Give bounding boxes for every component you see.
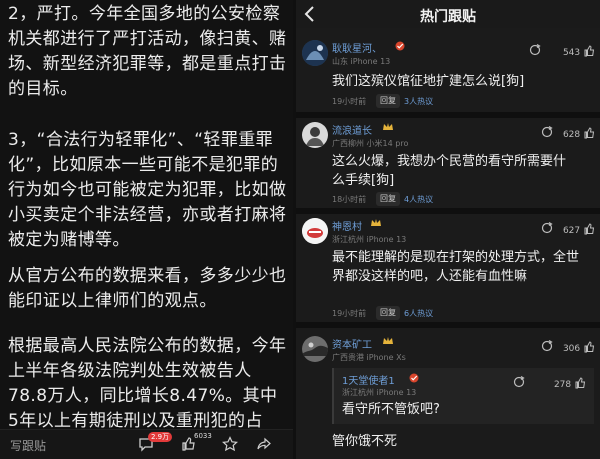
avatar[interactable] xyxy=(302,40,328,66)
comment-text: 这么火爆，我想办个民营的看守所需要什么手续[狗] xyxy=(332,154,567,188)
avatar[interactable] xyxy=(302,336,328,362)
comment-username[interactable]: 耿耿星河、 xyxy=(332,40,382,55)
comment-item[interactable]: 流浪道长 广西柳州 小米14 pro 628 这么火爆，我想办个民营的看守所需要… xyxy=(296,118,600,208)
comment-text: 我们这殡仪馆征地扩建怎么说[狗] xyxy=(332,74,525,89)
comment-username[interactable]: 神恩村 xyxy=(332,218,362,233)
hot-discussion-link[interactable]: 6人热议 xyxy=(404,308,433,319)
crown-icon xyxy=(371,219,381,226)
hot-discussion-link[interactable]: 4人热议 xyxy=(404,194,433,205)
comment-location-device: 浙江杭州 iPhone 13 xyxy=(332,235,407,244)
thumb-up-icon[interactable] xyxy=(583,223,595,235)
quoted-like-count[interactable]: 278 xyxy=(554,375,586,390)
thumb-up-icon[interactable] xyxy=(583,45,595,57)
page-title: 热门跟贴 xyxy=(420,9,476,25)
comment-like-count[interactable]: 306 xyxy=(563,339,595,354)
article-paragraph: 3，“合法行为轻罪化”、“轻罪重罪化”，比如原本一些可能不是犯罪的行为如今也可能… xyxy=(8,130,287,250)
reply-button[interactable]: 回复 xyxy=(376,192,400,206)
comment-location-device: 山东 iPhone 13 xyxy=(332,57,391,66)
hot-comments-pane: 热门跟贴 耿耿星河、 山东 iPhone 13 543 我们这殡仪馆征地扩建怎么… xyxy=(296,0,600,459)
comments-header: 热门跟贴 xyxy=(296,0,600,28)
thumb-up-icon[interactable] xyxy=(583,127,595,139)
article-paragraph: 2，严打。今年全国多地的公安检察机关都进行了严打活动，像扫黄、赌场、新型经济犯罪… xyxy=(8,4,287,99)
quoted-location-device: 浙江杭州 iPhone 13 xyxy=(342,388,417,397)
crown-icon xyxy=(383,123,393,130)
comment-like-count[interactable]: 628 xyxy=(563,125,595,140)
reply-button[interactable]: 回复 xyxy=(376,306,400,320)
favorite-star-icon[interactable] xyxy=(222,436,238,452)
repost-icon[interactable] xyxy=(512,374,526,388)
comment-like-count[interactable]: 543 xyxy=(563,43,595,58)
crown-icon xyxy=(383,337,393,344)
comment-location-device: 广西柳州 小米14 pro xyxy=(332,139,409,148)
comment-time: 19小时前 xyxy=(332,97,367,106)
like-count: 6033 xyxy=(194,432,212,440)
article-bottom-bar: 写跟贴 2.9万 6033 xyxy=(0,429,293,459)
comment-text: 最不能理解的是现在打架的处理方式，全世界都没这样的吧，人还能有血性嘛 xyxy=(332,250,580,284)
comment-count-badge: 2.9万 xyxy=(148,432,173,442)
quoted-text: 看守所不管饭吧? xyxy=(342,402,440,417)
comment-item[interactable]: 神恩村 浙江杭州 iPhone 13 627 最不能理解的是现在打架的处理方式，… xyxy=(296,214,600,322)
avatar[interactable] xyxy=(302,122,328,148)
repost-icon[interactable] xyxy=(540,124,554,138)
quoted-comment[interactable]: 1天堂使者1 浙江杭州 iPhone 13 278 看守所不管饭吧? xyxy=(332,368,594,424)
comment-item[interactable]: 资本矿工 广西贵港 iPhone Xs 306 1天堂使者1 浙江杭州 iPho… xyxy=(296,328,600,459)
article-pane: 2，严打。今年全国多地的公安检察机关都进行了严打活动，像扫黄、赌场、新型经济犯罪… xyxy=(0,0,293,459)
thumb-up-icon[interactable] xyxy=(574,377,586,389)
comment-time: 19小时前 xyxy=(332,309,367,318)
article-paragraph: 根据最高人民法院公布的数据，今年上半年各级法院判处生效被告人78.8万人，同比增… xyxy=(8,336,287,431)
share-icon[interactable] xyxy=(256,436,272,452)
reply-button[interactable]: 回复 xyxy=(376,94,400,108)
comment-item[interactable]: 耿耿星河、 山东 iPhone 13 543 我们这殡仪馆征地扩建怎么说[狗] … xyxy=(296,32,600,112)
article-paragraph: 从官方公布的数据来看，多多少少也能印证以上律师们的观点。 xyxy=(8,266,287,311)
comment-like-count[interactable]: 627 xyxy=(563,221,595,236)
comment-location-device: 广西贵港 iPhone Xs xyxy=(332,353,406,362)
write-comment-input[interactable]: 写跟贴 xyxy=(10,437,46,454)
repost-icon[interactable] xyxy=(540,220,554,234)
hot-discussion-link[interactable]: 3人热议 xyxy=(404,96,433,107)
quoted-username[interactable]: 1天堂使者1 xyxy=(342,372,395,387)
repost-icon[interactable] xyxy=(528,42,542,56)
thumb-up-icon[interactable] xyxy=(583,341,595,353)
comment-time: 18小时前 xyxy=(332,195,367,204)
comment-username[interactable]: 流浪道长 xyxy=(332,122,372,137)
user-level-icon xyxy=(409,373,419,383)
user-level-icon xyxy=(395,41,405,51)
repost-icon[interactable] xyxy=(540,338,554,352)
comment-text: 管你饿不死 xyxy=(332,434,398,449)
comment-username[interactable]: 资本矿工 xyxy=(332,336,372,351)
avatar[interactable] xyxy=(302,218,328,244)
